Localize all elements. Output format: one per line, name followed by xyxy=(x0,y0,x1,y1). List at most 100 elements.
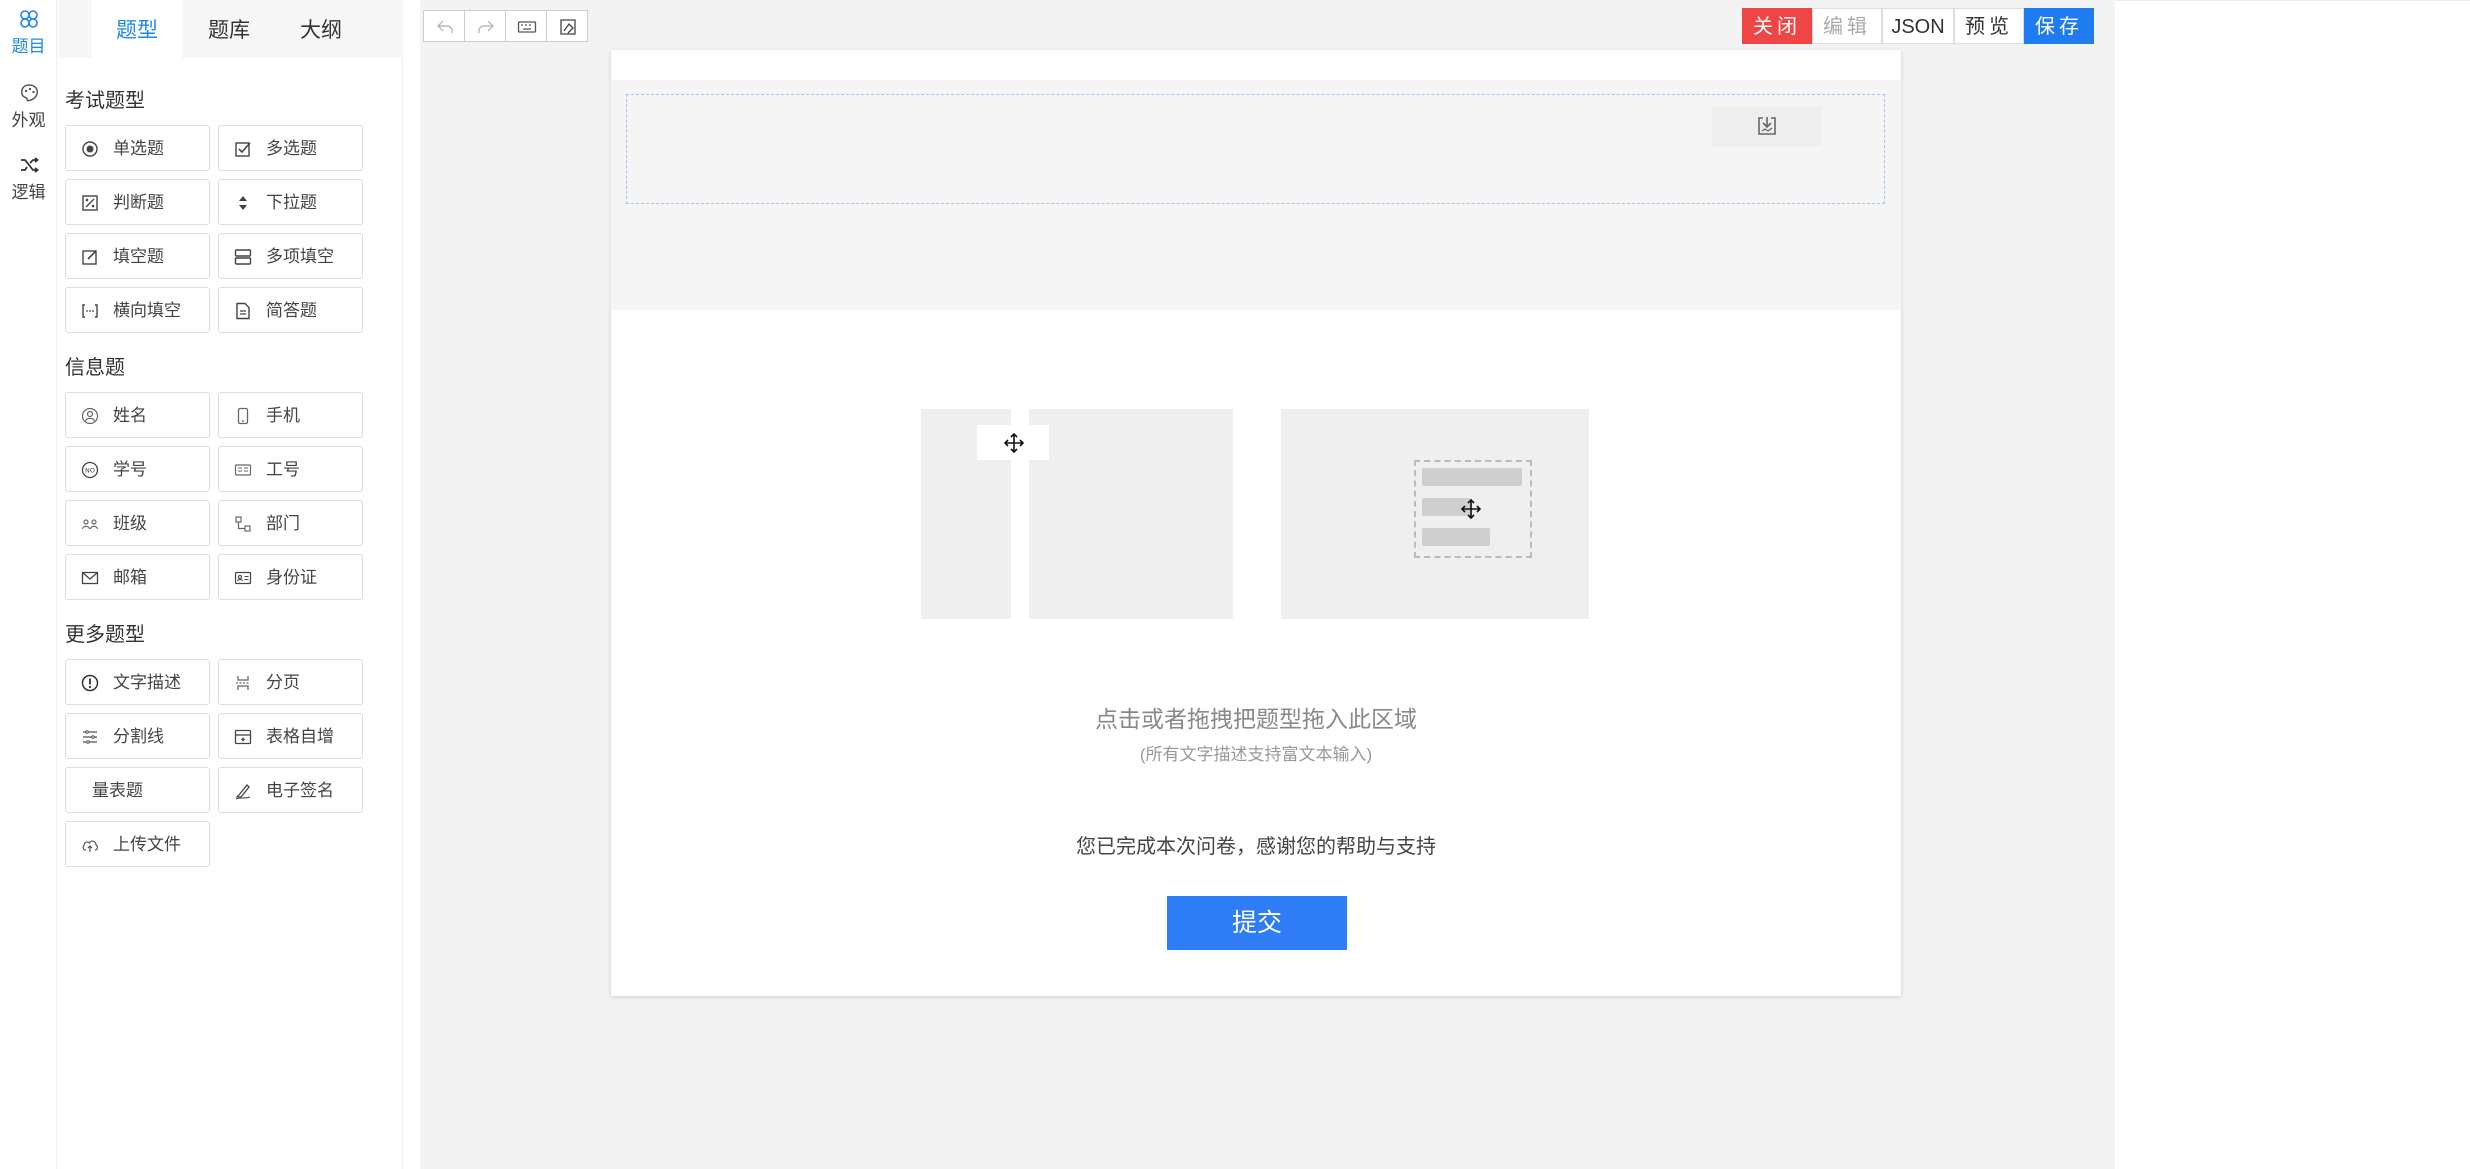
button-label: 电子签名 xyxy=(266,781,334,800)
signature-button[interactable]: 电子签名 xyxy=(218,767,363,813)
rail-label: 题目 xyxy=(11,37,46,56)
section-title-info: 信息题 xyxy=(65,357,125,379)
email-button[interactable]: 邮箱 xyxy=(65,554,210,600)
redo-icon xyxy=(478,20,494,33)
org-icon xyxy=(235,516,251,532)
undo-icon xyxy=(437,20,453,33)
button-label: 分页 xyxy=(266,673,300,692)
mail-icon xyxy=(81,571,99,585)
table-add-button[interactable]: 表格自增 xyxy=(218,713,363,759)
short-answer-button[interactable]: 简答题 xyxy=(218,287,363,333)
keyboard-icon xyxy=(517,21,537,33)
info-icon xyxy=(81,674,99,692)
rail-item-logic[interactable]: 逻辑 xyxy=(0,154,57,203)
phone-icon xyxy=(237,407,249,425)
class-button[interactable]: 班级 xyxy=(65,500,210,546)
id-card-button[interactable]: 身份证 xyxy=(218,554,363,600)
move-icon xyxy=(1004,433,1024,453)
button-label: 上传文件 xyxy=(113,835,181,854)
page-break-button[interactable]: 分页 xyxy=(218,659,363,705)
editor-main: 关闭 编辑 JSON 预览 保存 点击或者拖拽把题型拖入此区域 (所有文字描述支… xyxy=(420,0,2115,1169)
scale-button[interactable]: 量表题 xyxy=(65,767,210,813)
button-label: 学号 xyxy=(113,460,147,479)
drop-hint-sub: (所有文字描述支持富文本输入) xyxy=(1139,745,1373,764)
tab-question-types[interactable]: 题型 xyxy=(92,0,182,58)
header-drop-zone[interactable] xyxy=(626,94,1885,204)
svg-text:NO: NO xyxy=(85,467,95,475)
cluster-icon xyxy=(19,10,38,28)
divider-icon xyxy=(83,730,97,744)
single-choice-button[interactable]: 单选题 xyxy=(65,125,210,171)
button-label: 下拉题 xyxy=(266,193,317,212)
rail-item-questions[interactable]: 题目 xyxy=(0,8,57,57)
group-icon xyxy=(81,519,99,530)
student-id-button[interactable]: NO 学号 xyxy=(65,446,210,492)
fill-blank-button[interactable]: 填空题 xyxy=(65,233,210,279)
button-label: 工号 xyxy=(266,460,300,479)
phone-button[interactable]: 手机 xyxy=(218,392,363,438)
button-label: 单选题 xyxy=(113,139,164,158)
right-blank-area xyxy=(2115,0,2470,1169)
button-label: 判断题 xyxy=(113,193,164,212)
tab-outline[interactable]: 大纲 xyxy=(276,0,366,58)
json-button[interactable]: JSON xyxy=(1882,8,1954,44)
button-label: 手机 xyxy=(266,406,300,425)
button-label: 简答题 xyxy=(266,301,317,320)
multi-fill-icon xyxy=(234,249,252,265)
page-break-icon xyxy=(236,676,250,690)
drag-chip xyxy=(977,425,1049,460)
palette-icon xyxy=(20,84,38,102)
download-icon xyxy=(1758,117,1776,135)
employee-id-button[interactable]: 工号 xyxy=(218,446,363,492)
user-icon xyxy=(81,407,99,425)
button-label: 多选题 xyxy=(266,139,317,158)
idcard-icon xyxy=(234,571,252,585)
dropdown-button[interactable]: 下拉题 xyxy=(218,179,363,225)
close-button[interactable]: 关闭 xyxy=(1742,8,1812,44)
button-label: 班级 xyxy=(113,514,147,533)
name-button[interactable]: 姓名 xyxy=(65,392,210,438)
inline-fill-icon xyxy=(82,304,98,318)
multi-choice-button[interactable]: 多选题 xyxy=(218,125,363,171)
thank-you-text[interactable]: 您已完成本次问卷，感谢您的帮助与支持 xyxy=(611,830,1901,859)
rail-item-appearance[interactable]: 外观 xyxy=(0,82,57,131)
button-label: 横向填空 xyxy=(113,301,181,320)
clear-button[interactable] xyxy=(546,10,588,42)
upload-file-button[interactable]: 上传文件 xyxy=(65,821,210,867)
undo-button[interactable] xyxy=(423,10,465,42)
section-title-exam: 考试题型 xyxy=(65,90,145,112)
drop-hint: 点击或者拖拽把题型拖入此区域 xyxy=(1095,706,1417,732)
submit-button[interactable]: 提交 xyxy=(1167,896,1347,950)
keyboard-button[interactable] xyxy=(505,10,547,42)
department-button[interactable]: 部门 xyxy=(218,500,363,546)
multi-fill-button[interactable]: 多项填空 xyxy=(218,233,363,279)
button-label: 姓名 xyxy=(113,406,147,425)
inline-fill-button[interactable]: 横向填空 xyxy=(65,287,210,333)
checkbox-icon xyxy=(235,142,251,157)
save-button[interactable]: 保存 xyxy=(2024,8,2094,44)
button-label: 文字描述 xyxy=(113,673,181,692)
button-label: 多项填空 xyxy=(266,247,334,266)
tab-question-bank[interactable]: 题库 xyxy=(184,0,274,58)
top-divider xyxy=(2115,0,2470,1)
edit-icon xyxy=(82,250,97,265)
illustration-bar xyxy=(1422,468,1522,486)
import-button[interactable] xyxy=(1712,106,1822,146)
dropdown-icon xyxy=(239,196,247,210)
rail-label: 逻辑 xyxy=(11,183,46,202)
button-label: 身份证 xyxy=(266,568,317,587)
shuffle-icon xyxy=(20,157,39,173)
divider-button[interactable]: 分割线 xyxy=(65,713,210,759)
signature-icon xyxy=(235,784,251,800)
document-icon xyxy=(236,302,250,320)
redo-button[interactable] xyxy=(464,10,506,42)
preview-button[interactable]: 预览 xyxy=(1954,8,2024,44)
radio-icon xyxy=(82,141,98,157)
judge-icon xyxy=(82,195,98,211)
id-card-icon xyxy=(234,464,252,476)
table-add-icon xyxy=(234,729,252,745)
edit-button[interactable]: 编辑 xyxy=(1812,8,1882,44)
clear-icon xyxy=(560,19,576,35)
text-description-button[interactable]: 文字描述 xyxy=(65,659,210,705)
judge-button[interactable]: 判断题 xyxy=(65,179,210,225)
